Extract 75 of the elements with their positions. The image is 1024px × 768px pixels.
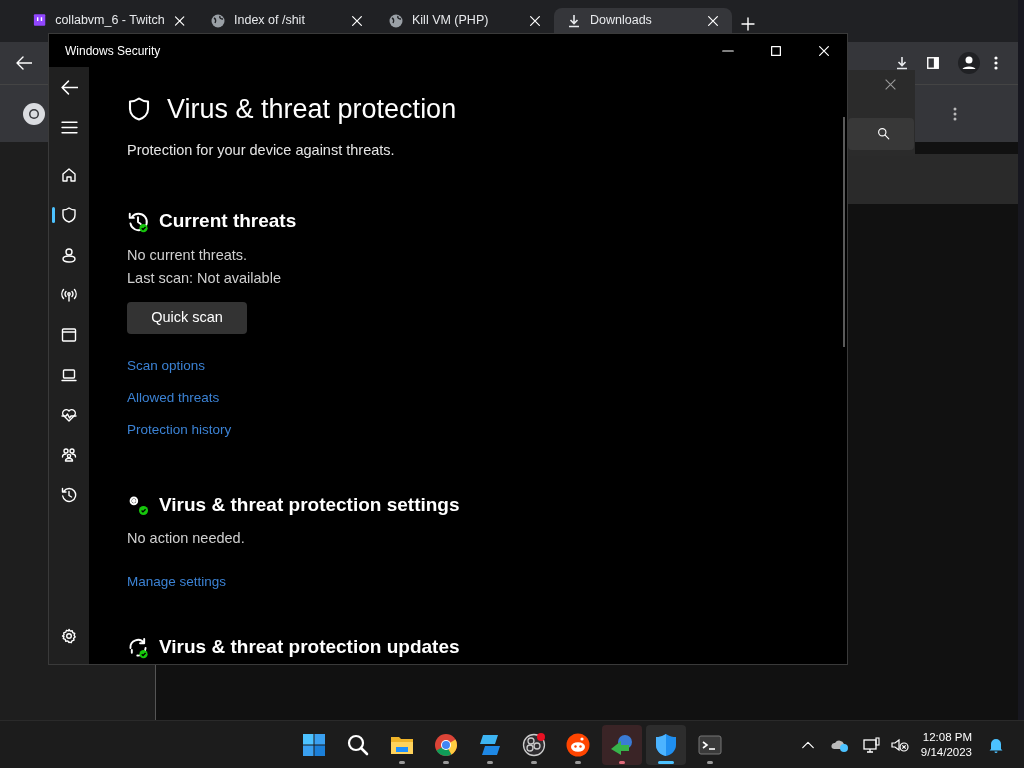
heart-icon [61, 407, 77, 423]
browser-tab[interactable]: Index of /shit [198, 8, 376, 33]
sidebar-icon[interactable] [926, 56, 940, 70]
close-icon[interactable] [706, 13, 720, 28]
start-icon [302, 732, 326, 757]
close-icon[interactable] [817, 43, 831, 58]
quick-scan-button[interactable]: Quick scan [127, 301, 247, 334]
family-icon [61, 447, 77, 463]
settings-icon [61, 628, 77, 644]
window-title: Windows Security [65, 42, 162, 60]
more-icon[interactable] [953, 106, 957, 121]
search-icon [346, 732, 370, 757]
browser-logo-icon [22, 101, 46, 126]
clock-time[interactable]: 12:08 PM [920, 729, 972, 745]
menu-icon[interactable] [994, 56, 998, 70]
clock-date[interactable]: 9/14/2023 [920, 744, 972, 760]
close-icon[interactable] [350, 13, 364, 28]
window-icon [61, 327, 77, 343]
scrollbar[interactable] [843, 117, 845, 347]
close-icon[interactable] [172, 13, 186, 28]
section-heading: Virus & threat protection settings [159, 492, 460, 517]
app-icon [478, 732, 502, 757]
back-icon[interactable] [16, 55, 32, 71]
browser-tab[interactable]: Downloads [554, 8, 732, 33]
tab-title: Downloads [590, 12, 653, 30]
download-icon [566, 12, 582, 29]
section-heading: Current threats [159, 209, 297, 234]
shield-icon [654, 732, 678, 757]
notification-icon[interactable] [988, 736, 1004, 753]
threat-status-icon [127, 210, 149, 233]
taskbar-button[interactable] [646, 724, 686, 765]
person-icon [61, 247, 77, 263]
status-text: No action needed. [127, 529, 246, 549]
search-icon[interactable] [877, 127, 890, 140]
status-text: No current threats. [127, 245, 249, 265]
section-heading: Virus & threat protection updates [159, 635, 460, 660]
link[interactable]: Manage settings [127, 574, 227, 590]
back-icon [60, 78, 78, 96]
page-title: Virus & threat protection [167, 93, 457, 126]
update-status-icon [127, 636, 149, 659]
tab-title: Kill VM (PHP) [412, 12, 490, 30]
alien-icon [566, 732, 590, 757]
download-icon[interactable] [894, 55, 910, 71]
globe-icon [210, 12, 226, 29]
link[interactable]: Allowed threats [127, 389, 220, 405]
volume-muted-icon[interactable] [890, 736, 909, 753]
network-icon[interactable] [862, 736, 881, 753]
globe-icon [388, 12, 404, 29]
link[interactable]: Protection history [127, 421, 232, 437]
home-icon [61, 167, 77, 183]
recorder-icon [522, 732, 546, 757]
page-description: Protection for your device against threats. [127, 140, 396, 160]
shield-icon [61, 207, 77, 223]
browser-tab[interactable]: collabvm_6 - Twitch [20, 8, 198, 33]
maximize-icon[interactable] [769, 43, 783, 58]
browser-icon [434, 732, 458, 757]
taskbar-button[interactable] [602, 724, 642, 765]
menu-icon [60, 118, 78, 136]
status-text: Last scan: Not available [127, 268, 282, 288]
tab-title: Index of /shit [234, 12, 306, 30]
wireless-icon [61, 287, 77, 303]
link[interactable]: Scan options [127, 357, 206, 373]
tab-title: collabvm_6 - Twitch [55, 12, 165, 30]
laptop-icon [61, 367, 77, 383]
search-field[interactable] [848, 118, 914, 150]
close-icon[interactable] [528, 13, 542, 28]
new-tab-icon[interactable] [740, 16, 756, 32]
profile-icon[interactable] [958, 52, 980, 74]
settings-status-icon [127, 494, 149, 516]
terminal-icon [698, 732, 722, 757]
shield-icon [127, 97, 151, 122]
site-icon [32, 12, 48, 29]
history-icon [61, 487, 77, 503]
browser-tab[interactable]: Kill VM (PHP) [376, 8, 554, 33]
download-manager-icon [610, 732, 634, 757]
